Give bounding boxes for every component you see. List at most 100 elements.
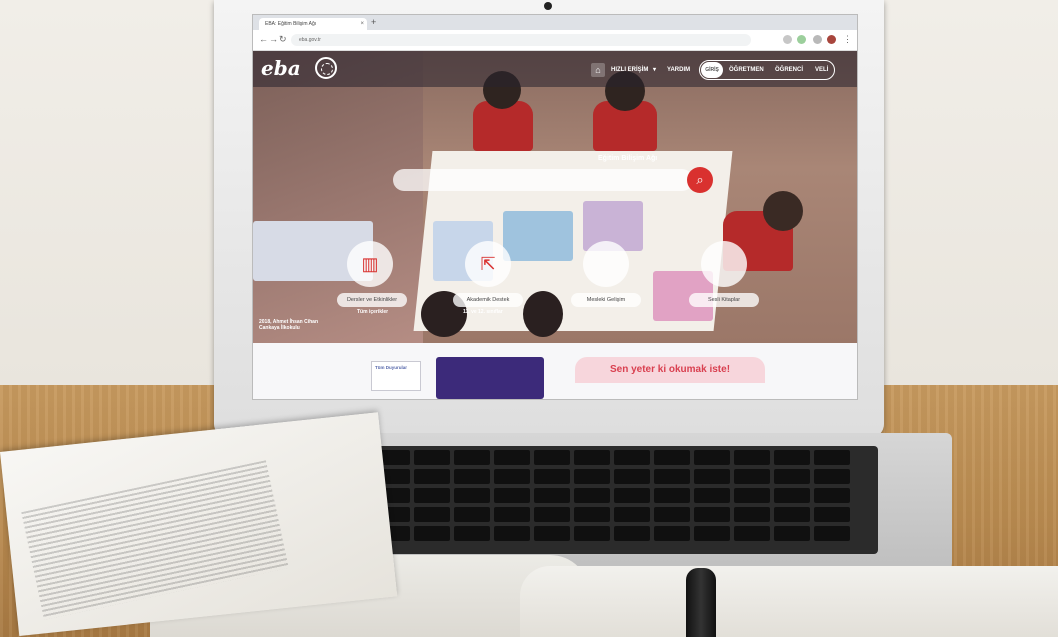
search-input[interactable] xyxy=(393,169,693,191)
address-bar: ← → ↻ eba.gov.tr ⋮ xyxy=(253,30,857,51)
key xyxy=(654,469,690,484)
key xyxy=(574,469,610,484)
hero-photo-child xyxy=(523,291,563,337)
key xyxy=(614,469,650,484)
key xyxy=(614,450,650,465)
key xyxy=(534,526,570,541)
site-header: eba ⌂ HIZLI ERİŞİM ▾ YARDIM GİRİŞ ÖĞRETM… xyxy=(253,51,857,87)
key xyxy=(774,507,810,522)
key xyxy=(574,526,610,541)
home-icon[interactable]: ⌂ xyxy=(591,63,605,77)
browser-tab[interactable]: EBA: Eğitim Bilişim Ağı × xyxy=(259,18,367,30)
webcam xyxy=(544,2,552,10)
chevron-down-icon: ▾ xyxy=(653,67,657,73)
book-page-right xyxy=(520,566,1058,637)
key xyxy=(534,469,570,484)
key xyxy=(614,526,650,541)
key xyxy=(534,450,570,465)
key xyxy=(694,488,730,503)
key xyxy=(494,507,530,522)
development-icon[interactable] xyxy=(583,241,629,287)
key xyxy=(814,507,850,522)
key xyxy=(654,526,690,541)
key xyxy=(774,450,810,465)
key xyxy=(814,469,850,484)
key xyxy=(814,526,850,541)
key xyxy=(454,469,490,484)
key xyxy=(614,507,650,522)
feature-akademik-sub: 11. ve 12. sınıflar xyxy=(463,309,503,315)
ministry-seal-icon xyxy=(315,57,337,79)
feature-sesli[interactable]: Sesli Kitaplar xyxy=(689,293,759,307)
key xyxy=(534,507,570,522)
key xyxy=(654,450,690,465)
hero-photo-child xyxy=(763,191,803,231)
key xyxy=(814,488,850,503)
close-tab-icon[interactable]: × xyxy=(360,18,364,30)
extension-icon[interactable] xyxy=(797,35,806,44)
back-icon[interactable]: ← xyxy=(259,34,268,44)
content-section: Tüm Duyurular Sen yeter ki okumak iste! xyxy=(253,343,857,399)
key xyxy=(454,526,490,541)
extension-icon[interactable] xyxy=(813,35,822,44)
key xyxy=(774,526,810,541)
search-icon[interactable]: ⌕ xyxy=(687,167,713,193)
login-button[interactable]: GİRİŞ xyxy=(701,62,723,78)
key xyxy=(734,488,770,503)
url-input[interactable]: eba.gov.tr xyxy=(291,34,751,46)
cursor-click-icon[interactable]: ⇱ xyxy=(465,241,511,287)
key xyxy=(814,450,850,465)
key xyxy=(494,526,530,541)
extension-icon[interactable] xyxy=(783,35,792,44)
reading-promo[interactable]: Sen yeter ki okumak iste! xyxy=(575,357,765,383)
menu-icon[interactable]: ⋮ xyxy=(843,34,852,45)
key xyxy=(734,526,770,541)
key xyxy=(654,488,690,503)
laptop-screen: EBA: Eğitim Bilişim Ağı × + ← → ↻ eba.go… xyxy=(252,14,858,400)
search-title: Eğitim Bilişim Ağı xyxy=(598,155,658,162)
key xyxy=(414,450,450,465)
key xyxy=(574,450,610,465)
reload-icon[interactable]: ↻ xyxy=(279,34,287,45)
key xyxy=(734,469,770,484)
profile-avatar[interactable] xyxy=(827,35,836,44)
nav-help[interactable]: YARDIM xyxy=(667,63,690,77)
role-parent[interactable]: VELİ xyxy=(815,62,828,78)
eba-logo[interactable]: eba xyxy=(261,56,301,80)
key xyxy=(454,488,490,503)
feature-dersler[interactable]: Dersler ve Etkinlikler xyxy=(337,293,407,307)
key xyxy=(654,507,690,522)
feature-mesleki[interactable]: Mesleki Gelişim xyxy=(571,293,641,307)
key xyxy=(694,526,730,541)
key xyxy=(414,526,450,541)
key xyxy=(494,488,530,503)
key xyxy=(734,450,770,465)
key xyxy=(694,469,730,484)
pen xyxy=(686,568,716,637)
key xyxy=(774,469,810,484)
key xyxy=(494,469,530,484)
photo-credit: 2018, Ahmet İhsan Cihan Cankaya İlkokulu xyxy=(259,319,318,331)
role-teacher[interactable]: ÖĞRETMEN xyxy=(729,62,764,78)
key xyxy=(534,488,570,503)
key xyxy=(414,469,450,484)
role-student[interactable]: ÖĞRENCİ xyxy=(775,62,803,78)
key xyxy=(454,507,490,522)
key xyxy=(774,488,810,503)
key xyxy=(734,507,770,522)
new-tab-button[interactable]: + xyxy=(371,17,376,27)
announcements-label: Tüm Duyurular xyxy=(375,365,408,370)
key xyxy=(574,488,610,503)
key xyxy=(494,450,530,465)
audiobook-icon[interactable] xyxy=(701,241,747,287)
key xyxy=(414,507,450,522)
forward-icon[interactable]: → xyxy=(269,34,278,44)
feature-akademik[interactable]: Akademik Destek xyxy=(453,293,523,307)
browser-tab-bar: EBA: Eğitim Bilişim Ağı × + xyxy=(253,15,857,30)
lessons-icon[interactable]: ▥ xyxy=(347,241,393,287)
key xyxy=(614,488,650,503)
key xyxy=(694,450,730,465)
key xyxy=(694,507,730,522)
featured-card[interactable] xyxy=(436,357,544,399)
nav-quick-access[interactable]: HIZLI ERİŞİM xyxy=(611,63,648,77)
